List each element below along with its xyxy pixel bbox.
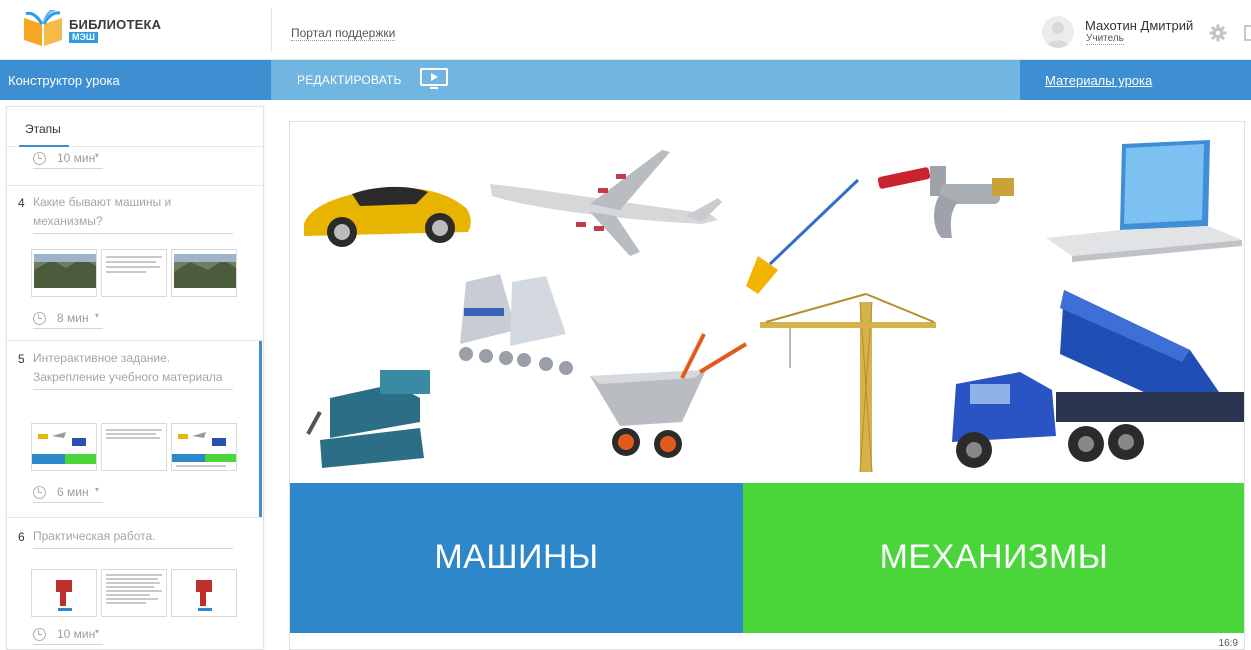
stage-time-value: 10 мин (57, 627, 96, 641)
present-icon[interactable] (420, 68, 448, 90)
stage-divider (7, 517, 263, 518)
lesson-materials-link[interactable]: Материалы урока (1045, 73, 1152, 88)
clock-icon (33, 152, 46, 165)
slide-thumbnail[interactable] (171, 249, 237, 297)
slide-thumbnail[interactable] (31, 423, 97, 471)
lesson-toolbar: Конструктор урока РЕДАКТИРОВАТЬ Материал… (0, 60, 1251, 100)
stage-title[interactable]: Практическая работа. (33, 527, 233, 549)
lesson-constructor-header: Конструктор урока (0, 60, 271, 100)
machines-label: МАШИНЫ (434, 538, 599, 576)
stage-number: 6 (18, 530, 25, 544)
tab-active-underline (19, 145, 69, 147)
stage-thumbnails (31, 249, 237, 299)
stage-time-select[interactable]: 10 мин ▾ (33, 627, 103, 645)
stage-time-select[interactable]: 6 мин ▾ (33, 485, 103, 503)
support-portal-link[interactable]: Портал поддержки (291, 26, 396, 41)
chevron-down-icon: ▾ (95, 627, 100, 636)
slide-thumbnail[interactable] (101, 423, 167, 471)
stage-title[interactable]: Интерактивное задание. Закрепление учебн… (33, 349, 233, 390)
slide-thumbnail[interactable] (101, 569, 167, 617)
header-divider (271, 8, 272, 52)
stage-time-value: 6 мин (57, 485, 89, 499)
logo-title: БИБЛИОТЕКА (69, 17, 162, 32)
active-stage-indicator (259, 341, 262, 517)
clock-icon (33, 628, 46, 641)
chevron-down-icon: ▾ (95, 485, 100, 494)
user-role[interactable]: Учитель (1086, 33, 1124, 45)
machines-drop-zone[interactable]: МАШИНЫ (290, 483, 743, 633)
stage-divider (7, 340, 263, 341)
chevron-down-icon: ▾ (95, 151, 100, 160)
chevron-down-icon: ▾ (95, 311, 100, 320)
logo-subtitle: МЭШ (69, 32, 98, 43)
stage-title[interactable]: Какие бывают машины и механизмы? (33, 193, 233, 234)
stage-thumbnails (31, 569, 237, 619)
tab-stages-label: Этапы (25, 122, 61, 136)
exit-icon[interactable] (1244, 25, 1251, 41)
stage-number: 5 (18, 352, 25, 366)
tab-stages[interactable]: Этапы (7, 107, 263, 147)
edit-button[interactable]: РЕДАКТИРОВАТЬ (297, 73, 402, 87)
stages-panel: Этапы 10 мин ▾ 4 Какие бывают машины и м… (6, 106, 264, 650)
stage-time-value: 8 мин (57, 311, 89, 325)
book-logo-icon (24, 10, 62, 46)
avatar[interactable] (1042, 16, 1074, 48)
slide-thumbnail[interactable] (171, 423, 237, 471)
mechanisms-drop-zone[interactable]: МЕХАНИЗМЫ (743, 483, 1244, 633)
stage-thumbnails (31, 423, 237, 473)
slide-thumbnail[interactable] (31, 569, 97, 617)
slide-thumbnail[interactable] (101, 249, 167, 297)
stage-number: 4 (18, 196, 25, 210)
aspect-ratio-label[interactable]: 16:9 (1219, 638, 1238, 649)
lesson-materials-tab[interactable]: Материалы урока (1020, 60, 1251, 100)
stage-time-value: 10 мин (57, 151, 96, 165)
library-logo[interactable]: БИБЛИОТЕКА МЭШ (22, 10, 262, 50)
slide-image-collage (290, 122, 1244, 482)
clock-icon (33, 486, 46, 499)
stage-divider (7, 185, 263, 186)
stage-time-select[interactable]: 8 мин ▾ (33, 311, 103, 329)
user-avatar-icon (1046, 22, 1070, 48)
slide-preview: МАШИНЫ МЕХАНИЗМЫ 16:9 (289, 121, 1245, 650)
lesson-constructor-title: Конструктор урока (8, 73, 120, 88)
slide-thumbnail[interactable] (171, 569, 237, 617)
mechanisms-label: МЕХАНИЗМЫ (879, 538, 1109, 576)
user-name[interactable]: Махотин Дмитрий (1085, 18, 1193, 33)
slide-thumbnail[interactable] (31, 249, 97, 297)
top-header: БИБЛИОТЕКА МЭШ Портал поддержки Махотин … (0, 0, 1251, 60)
clock-icon (33, 312, 46, 325)
stage-time-select[interactable]: 10 мин ▾ (33, 151, 103, 169)
gear-icon[interactable] (1209, 24, 1227, 42)
